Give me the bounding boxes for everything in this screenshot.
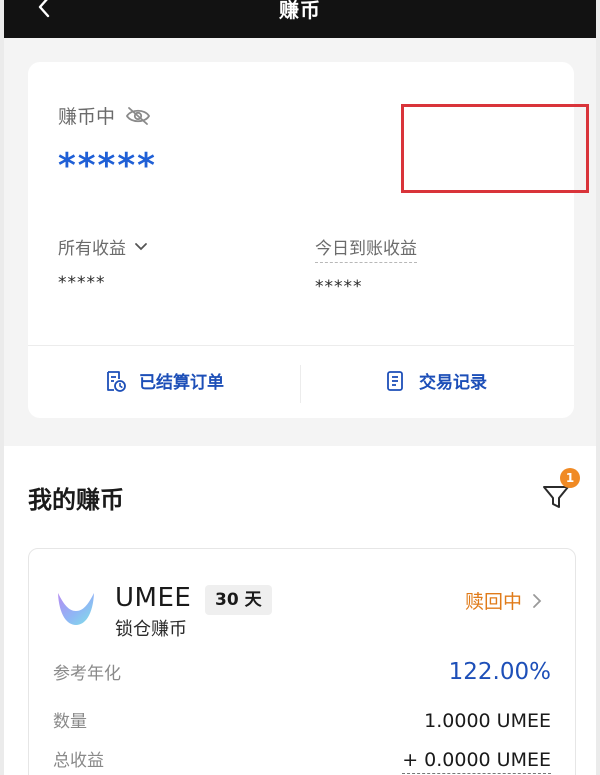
section-title: 我的赚币 bbox=[28, 486, 124, 514]
apy-label: 参考年化 bbox=[53, 664, 121, 684]
my-earn-section: 我的赚币 1 UMEE 30 天 锁仓赚币 赎回中 参考年化 122.00% 数… bbox=[4, 446, 596, 775]
chevron-down-icon bbox=[135, 242, 147, 250]
total-income-row: 总收益 + 0.0000 UMEE bbox=[53, 746, 551, 774]
coin-name: UMEE bbox=[115, 583, 192, 613]
all-income-stat: 所有收益 ***** bbox=[58, 234, 148, 293]
term-badge: 30 天 bbox=[205, 585, 272, 615]
card-vertical-divider bbox=[300, 365, 301, 403]
earning-label: 赚币中 bbox=[58, 106, 116, 128]
highlight-box bbox=[401, 104, 589, 193]
product-card[interactable]: UMEE 30 天 锁仓赚币 赎回中 参考年化 122.00% 数量 1.000… bbox=[28, 548, 576, 775]
apy-value: 122.00% bbox=[448, 659, 551, 685]
apy-row: 参考年化 122.00% bbox=[53, 659, 551, 685]
earning-label-row: 赚币中 bbox=[58, 102, 151, 129]
filter-badge: 1 bbox=[560, 468, 580, 488]
today-income-label[interactable]: 今日到账收益 bbox=[315, 234, 417, 263]
quantity-row: 数量 1.0000 UMEE bbox=[53, 707, 551, 732]
transaction-records-label: 交易记录 bbox=[419, 373, 487, 393]
transaction-records-button[interactable]: 交易记录 bbox=[383, 368, 487, 393]
settled-orders-button[interactable]: 已结算订单 bbox=[103, 368, 224, 393]
balance-value: ***** bbox=[58, 146, 157, 186]
frame-right-edge bbox=[596, 0, 600, 775]
product-type-label: 锁仓赚币 bbox=[115, 619, 187, 640]
today-income-value: ***** bbox=[315, 277, 363, 297]
all-income-toggle[interactable]: 所有收益 bbox=[58, 234, 148, 259]
all-income-value: ***** bbox=[58, 273, 106, 293]
total-income-label: 总收益 bbox=[53, 751, 104, 771]
card-divider bbox=[28, 345, 574, 346]
quantity-label: 数量 bbox=[53, 712, 87, 732]
quantity-value: 1.0000 UMEE bbox=[424, 710, 551, 732]
total-income-value[interactable]: + 0.0000 UMEE bbox=[402, 749, 551, 774]
page-title: 赚币 bbox=[279, 0, 321, 22]
today-income-stat: 今日到账收益 ***** bbox=[315, 234, 417, 297]
document-list-icon bbox=[387, 370, 403, 391]
settled-orders-label: 已结算订单 bbox=[139, 373, 224, 393]
settled-orders-icon bbox=[107, 370, 126, 392]
all-income-label: 所有收益 bbox=[58, 239, 126, 259]
redeem-status-link[interactable]: 赎回中 bbox=[465, 587, 542, 614]
redeem-status-label: 赎回中 bbox=[465, 591, 523, 613]
top-bar: 赚币 bbox=[4, 0, 596, 38]
umee-logo-icon bbox=[58, 593, 94, 625]
eye-hidden-icon[interactable] bbox=[125, 105, 151, 127]
chevron-right-icon bbox=[533, 593, 542, 608]
